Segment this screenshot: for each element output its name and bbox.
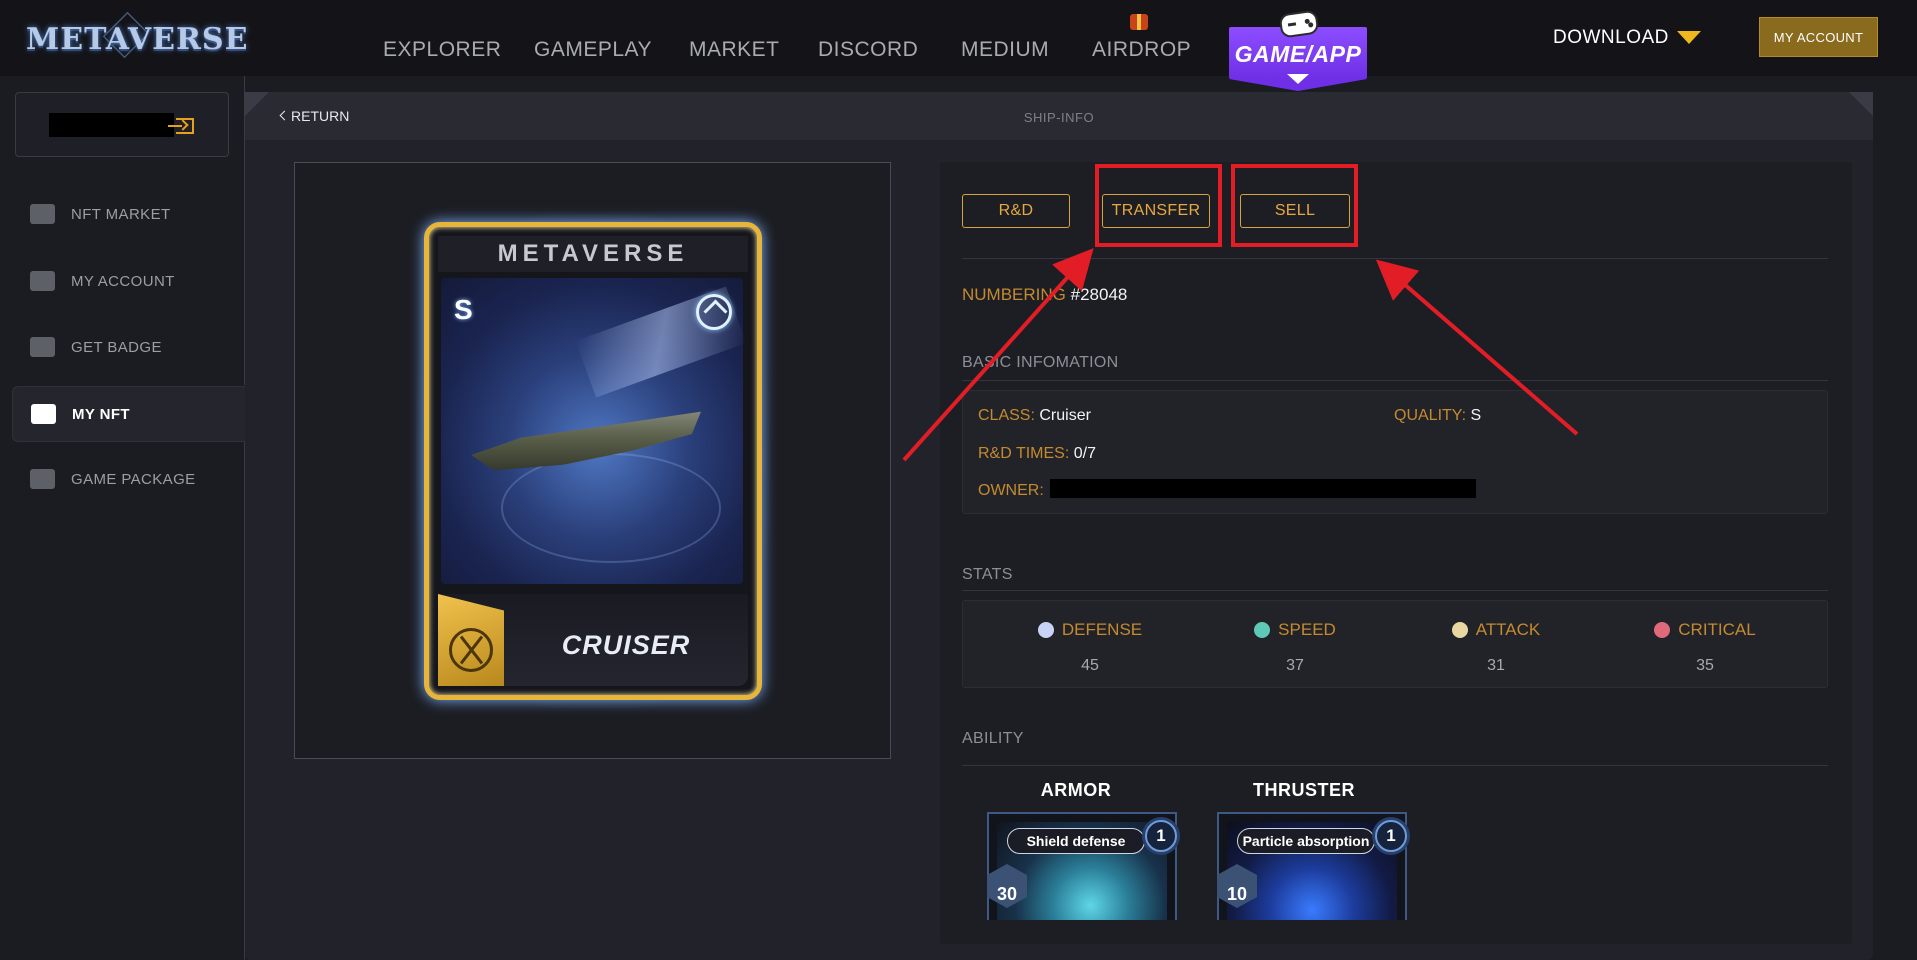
- logo-text: METAVERSE: [26, 22, 249, 57]
- rd-times-label: R&D TIMES:: [978, 445, 1070, 462]
- cruiser-class-icon: [449, 628, 493, 672]
- rd-button[interactable]: R&D: [962, 194, 1070, 228]
- class-value: Cruiser: [1039, 407, 1091, 424]
- rank-badge: S: [454, 294, 473, 325]
- stats-title: STATS: [962, 566, 1013, 583]
- sidebar-item-my-nft[interactable]: MY NFT: [12, 386, 246, 442]
- nft-card: METAVERSE S CRUISER: [416, 214, 770, 708]
- numbering-value: #28048: [1070, 285, 1128, 304]
- metaverse-logo[interactable]: METAVERSE: [26, 10, 247, 60]
- sidebar-item-label: NFT MARKET: [71, 205, 171, 223]
- owner-label: OWNER:: [978, 482, 1044, 499]
- divider: [962, 380, 1828, 381]
- game-app-button[interactable]: GAME/APP: [1229, 9, 1367, 91]
- stat-value: 37: [1286, 657, 1304, 674]
- ability-title: ABILITY: [962, 730, 1024, 747]
- sidebar-item-label: GAME PACKAGE: [71, 470, 196, 488]
- sidebar-item-nft-market[interactable]: NFT MARKET: [0, 186, 246, 242]
- my-account-button[interactable]: MY ACCOUNT: [1759, 17, 1878, 57]
- ability-card-thruster[interactable]: Particle absorption 1 10: [1217, 812, 1407, 920]
- stat-defense: DEFENSE 45: [990, 620, 1190, 675]
- cart-icon: [30, 204, 55, 224]
- nav-explorer[interactable]: EXPLORER: [383, 38, 501, 62]
- ability-name: ARMOR: [1040, 780, 1112, 800]
- stat-value: 35: [1696, 657, 1714, 674]
- sidebar-item-game-package[interactable]: GAME PACKAGE: [0, 451, 246, 507]
- rd-times-row: R&D TIMES: 0/7: [978, 445, 1096, 463]
- user-box: [15, 92, 229, 157]
- sidebar-item-label: GET BADGE: [71, 338, 162, 356]
- image-icon: [31, 404, 56, 424]
- nav-airdrop[interactable]: AIRDROP: [1092, 38, 1191, 62]
- stat-label: SPEED: [1278, 620, 1336, 639]
- gift-icon: [1130, 14, 1148, 30]
- class-row: CLASS: Cruiser: [978, 407, 1091, 425]
- shield-icon: [1037, 622, 1054, 638]
- ability-level-badge: 1: [1145, 820, 1177, 852]
- page-title: SHIP-INFO: [1023, 110, 1095, 125]
- basic-info-title: BASIC INFOMATION: [962, 354, 1119, 371]
- ship-artwork: [441, 278, 747, 584]
- divider: [962, 258, 1828, 259]
- stat-attack: ATTACK 31: [1396, 620, 1596, 675]
- attack-icon: [1451, 622, 1468, 638]
- sidebar-item-label: MY ACCOUNT: [71, 272, 175, 290]
- caret-down-icon: [1287, 74, 1309, 84]
- nav-medium[interactable]: MEDIUM: [961, 38, 1049, 62]
- stat-label: ATTACK: [1475, 620, 1541, 639]
- quality-row: QUALITY: S: [1394, 407, 1481, 425]
- ability-banner: Particle absorption: [1237, 828, 1375, 854]
- faction-emblem-icon: [696, 294, 732, 330]
- caret-down-icon[interactable]: [1677, 31, 1701, 44]
- ability-thruster: THRUSTER: [1209, 780, 1399, 801]
- stat-value: 31: [1487, 657, 1505, 674]
- quality-value: S: [1470, 407, 1482, 424]
- top-navigation-bar: METAVERSE EXPLORER GAMEPLAY MARKET DISCO…: [0, 0, 1917, 91]
- energy-swirl: [501, 453, 721, 563]
- stat-label: CRITICAL: [1678, 620, 1756, 639]
- sidebar-item-my-account[interactable]: MY ACCOUNT: [0, 253, 246, 309]
- stat-speed: SPEED 37: [1195, 620, 1395, 675]
- nav-gameplay[interactable]: GAMEPLAY: [534, 38, 652, 62]
- card-brand: METAVERSE: [497, 240, 689, 267]
- highlight-box-transfer: [1095, 164, 1222, 247]
- stat-critical: CRITICAL 35: [1605, 620, 1805, 675]
- rd-times-value: 0/7: [1073, 445, 1096, 462]
- nav-market[interactable]: MARKET: [689, 38, 780, 62]
- quality-label: QUALITY:: [1394, 407, 1467, 424]
- gamepad-icon: [30, 469, 55, 489]
- ability-banner: Shield defense: [1007, 828, 1145, 854]
- divider: [962, 765, 1828, 766]
- sidebar-item-label: MY NFT: [72, 405, 130, 423]
- owner-row: OWNER:: [978, 482, 1044, 500]
- card-ship-name: CRUISER: [561, 630, 691, 660]
- logout-icon[interactable]: [168, 118, 194, 134]
- divider: [962, 590, 1828, 591]
- download-menu[interactable]: DOWNLOAD: [1553, 27, 1669, 49]
- stat-value: 45: [1081, 657, 1099, 674]
- numbering-row: NUMBERING #28048: [962, 285, 1127, 305]
- sidebar: NFT MARKET MY ACCOUNT GET BADGE MY NFT G…: [0, 76, 246, 960]
- critical-icon: [1654, 622, 1671, 638]
- class-label: CLASS:: [978, 407, 1035, 424]
- ability-name: THRUSTER: [1253, 780, 1355, 800]
- nav-discord[interactable]: DISCORD: [818, 38, 918, 62]
- redacted-owner-address: [1050, 479, 1476, 498]
- ability-level-badge: 1: [1375, 820, 1407, 852]
- highlight-box-sell: [1231, 164, 1358, 247]
- envelope-icon: [30, 271, 55, 291]
- ability-card-armor[interactable]: Shield defense 1 30: [987, 812, 1177, 920]
- sidebar-item-get-badge[interactable]: GET BADGE: [0, 319, 246, 375]
- numbering-label: NUMBERING: [962, 285, 1066, 304]
- ability-armor: ARMOR: [981, 780, 1171, 801]
- redacted-username: [49, 113, 174, 137]
- wallet-icon: [30, 337, 55, 357]
- speed-icon: [1254, 622, 1271, 638]
- game-app-label: GAME/APP: [1234, 41, 1362, 67]
- stat-label: DEFENSE: [1061, 620, 1143, 639]
